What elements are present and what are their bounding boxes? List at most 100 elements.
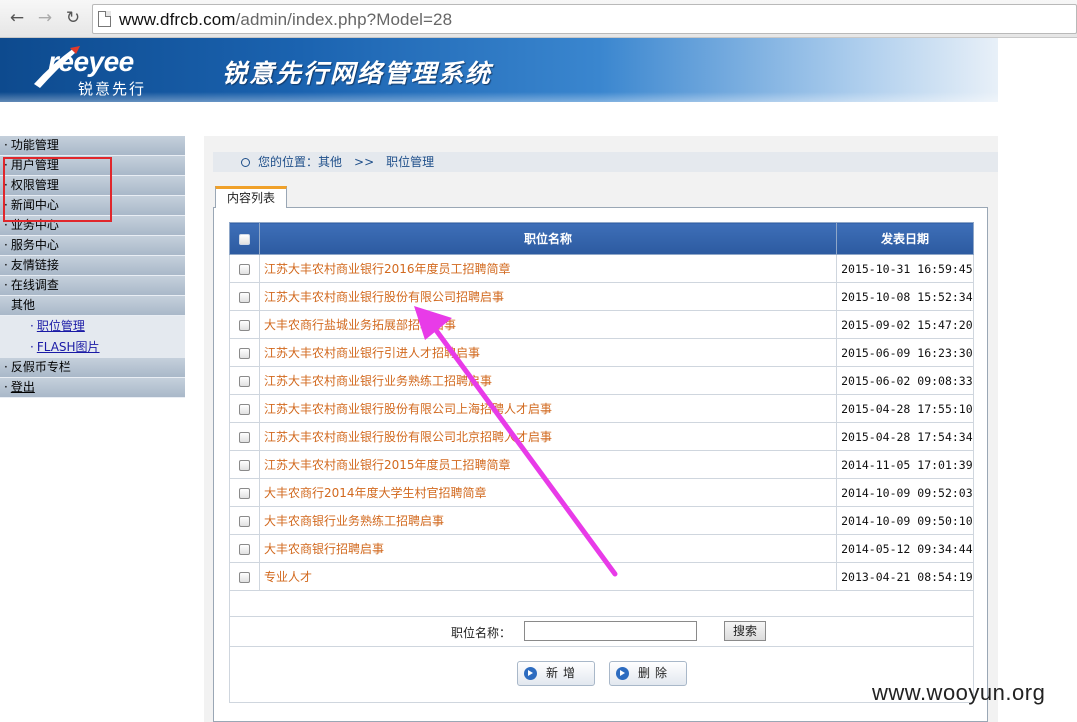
blank-row xyxy=(229,590,974,617)
arrow-left-icon[interactable]: ← xyxy=(6,7,28,29)
row-checkbox-cell xyxy=(229,450,260,479)
job-title-link[interactable]: 专业人才 xyxy=(258,562,838,591)
play-circle-icon xyxy=(524,667,537,680)
sidebar-item[interactable]: · 反假币专栏 xyxy=(0,358,185,378)
tab-content-list[interactable]: 内容列表 xyxy=(215,186,287,208)
row-checkbox[interactable] xyxy=(238,347,250,359)
sidebar-subitem-flash[interactable]: · FLASH图片 xyxy=(0,337,185,358)
publish-date: 2015-10-08 15:52:34 xyxy=(836,282,974,311)
job-title-link[interactable]: 大丰农商银行招聘启事 xyxy=(258,534,838,563)
highlight-box xyxy=(3,157,112,222)
reload-icon[interactable]: ↻ xyxy=(62,7,84,29)
browser-address-bar: ← → ↻ www.dfrcb.com/admin/index.php?Mode… xyxy=(0,0,1077,38)
logo-brand: reeyee xyxy=(48,46,134,78)
job-title-link[interactable]: 江苏大丰农村商业银行2015年度员工招聘简章 xyxy=(258,450,838,479)
table-row: 大丰农商银行招聘启事 2014-05-12 09:34:44 xyxy=(229,534,974,563)
publish-date: 2015-04-28 17:54:34 xyxy=(836,422,974,451)
sidebar-item[interactable]: · 在线调查 xyxy=(0,276,185,296)
search-row: 职位名称： 搜索 xyxy=(229,617,974,647)
sidebar-item[interactable]: · 友情链接 xyxy=(0,256,185,276)
sidebar-item-logout[interactable]: · 登出 xyxy=(0,378,185,398)
circle-icon xyxy=(241,158,250,167)
publish-date: 2014-10-09 09:50:10 xyxy=(836,506,974,535)
add-button[interactable]: 新增 xyxy=(517,661,595,686)
row-checkbox-cell xyxy=(229,394,260,423)
search-input[interactable] xyxy=(524,621,697,641)
row-checkbox-cell xyxy=(229,282,260,311)
publish-date: 2015-09-02 15:47:20 xyxy=(836,310,974,339)
table-row: 江苏大丰农村商业银行2016年度员工招聘简章 2015-10-31 16:59:4… xyxy=(229,254,974,283)
row-checkbox-cell xyxy=(229,562,260,591)
table-row: 江苏大丰农村商业银行股份有限公司招聘启事 2015-10-08 15:52:34 xyxy=(229,282,974,311)
row-checkbox-cell xyxy=(229,366,260,395)
row-checkbox[interactable] xyxy=(238,375,250,387)
publish-date: 2014-10-09 09:52:03 xyxy=(836,478,974,507)
job-table: 职位名称 发表日期 江苏大丰农村商业银行2016年度员工招聘简章 2015-10-… xyxy=(229,222,974,591)
row-checkbox-cell xyxy=(229,254,260,283)
publish-date: 2014-05-12 09:34:44 xyxy=(836,534,974,563)
breadcrumb: 您的位置：其他 >> 职位管理 xyxy=(213,152,998,172)
page-icon xyxy=(98,11,111,27)
job-title-link[interactable]: 大丰农商行2014年度大学生村官招聘简章 xyxy=(258,478,838,507)
sidebar-subitem-job-management[interactable]: · 职位管理 xyxy=(0,316,185,337)
row-checkbox-cell xyxy=(229,422,260,451)
row-checkbox-cell xyxy=(229,310,260,339)
url-field[interactable]: www.dfrcb.com/admin/index.php?Model=28 xyxy=(92,4,1077,34)
job-title-link[interactable]: 江苏大丰农村商业银行引进人才招聘启事 xyxy=(258,338,838,367)
sidebar-group-other[interactable]: 其他 xyxy=(0,296,185,316)
publish-date: 2014-11-05 17:01:39 xyxy=(836,450,974,479)
row-checkbox[interactable] xyxy=(238,571,250,583)
table-row: 江苏大丰农村商业银行2015年度员工招聘简章 2014-11-05 17:01:3… xyxy=(229,450,974,479)
banner-stripe xyxy=(0,92,998,102)
job-title-link[interactable]: 江苏大丰农村商业银行股份有限公司北京招聘人才启事 xyxy=(258,422,838,451)
row-checkbox-cell xyxy=(229,478,260,507)
publish-date: 2013-04-21 08:54:19 xyxy=(836,562,974,591)
sidebar-item[interactable]: · 服务中心 xyxy=(0,236,185,256)
job-title-link[interactable]: 江苏大丰农村商业银行业务熟练工招聘启事 xyxy=(258,366,838,395)
row-checkbox[interactable] xyxy=(238,487,250,499)
url-text: www.dfrcb.com/admin/index.php?Model=28 xyxy=(119,10,453,29)
select-all-cell xyxy=(229,222,260,255)
table-row: 大丰农商行盐城业务拓展部招聘启事 2015-09-02 15:47:20 xyxy=(229,310,974,339)
table-row: 大丰农商银行业务熟练工招聘启事 2014-10-09 09:50:10 xyxy=(229,506,974,535)
arrow-right-icon[interactable]: → xyxy=(34,7,56,29)
row-checkbox[interactable] xyxy=(238,515,250,527)
job-title-link[interactable]: 大丰农商银行业务熟练工招聘启事 xyxy=(258,506,838,535)
table-row: 大丰农商行2014年度大学生村官招聘简章 2014-10-09 09:52:03 xyxy=(229,478,974,507)
job-title-link[interactable]: 大丰农商行盐城业务拓展部招聘启事 xyxy=(258,310,838,339)
row-checkbox[interactable] xyxy=(238,459,250,471)
table-row: 江苏大丰农村商业银行业务熟练工招聘启事 2015-06-02 09:08:33 xyxy=(229,366,974,395)
publish-date: 2015-06-09 16:23:30 xyxy=(836,338,974,367)
publish-date: 2015-10-31 16:59:45 xyxy=(836,254,974,283)
table-row: 专业人才 2013-04-21 08:54:19 xyxy=(229,562,974,591)
system-title: 锐意先行网络管理系统 xyxy=(222,59,493,88)
table-row: 江苏大丰农村商业银行引进人才招聘启事 2015-06-09 16:23:30 xyxy=(229,338,974,367)
job-title-link[interactable]: 江苏大丰农村商业银行股份有限公司上海招聘人才启事 xyxy=(258,394,838,423)
row-checkbox[interactable] xyxy=(238,403,250,415)
search-label: 职位名称： xyxy=(451,626,512,640)
row-checkbox-cell xyxy=(229,506,260,535)
row-checkbox-cell xyxy=(229,534,260,563)
play-circle-icon xyxy=(616,667,629,680)
table-row: 江苏大丰农村商业银行股份有限公司北京招聘人才启事 2015-04-28 17:54… xyxy=(229,422,974,451)
job-title-link[interactable]: 江苏大丰农村商业银行2016年度员工招聘简章 xyxy=(258,254,838,283)
publish-date: 2015-06-02 09:08:33 xyxy=(836,366,974,395)
row-checkbox[interactable] xyxy=(238,543,250,555)
column-header-title: 职位名称 xyxy=(258,222,838,255)
delete-button[interactable]: 删除 xyxy=(609,661,687,686)
row-checkbox[interactable] xyxy=(238,319,250,331)
job-title-link[interactable]: 江苏大丰农村商业银行股份有限公司招聘启事 xyxy=(258,282,838,311)
search-button[interactable]: 搜索 xyxy=(724,621,766,641)
row-checkbox[interactable] xyxy=(238,431,250,443)
logo-brand-text: reeyee xyxy=(48,46,134,77)
action-row: 新增 删除 xyxy=(229,646,974,703)
table-row: 江苏大丰农村商业银行股份有限公司上海招聘人才启事 2015-04-28 17:55… xyxy=(229,394,974,423)
select-all-checkbox[interactable] xyxy=(238,233,250,245)
row-checkbox[interactable] xyxy=(238,263,250,275)
row-checkbox-cell xyxy=(229,338,260,367)
row-checkbox[interactable] xyxy=(238,291,250,303)
logo: reeyee 锐意先行 xyxy=(30,44,200,98)
sidebar-item[interactable]: · 功能管理 xyxy=(0,136,185,156)
column-header-date: 发表日期 xyxy=(836,222,974,255)
publish-date: 2015-04-28 17:55:10 xyxy=(836,394,974,423)
